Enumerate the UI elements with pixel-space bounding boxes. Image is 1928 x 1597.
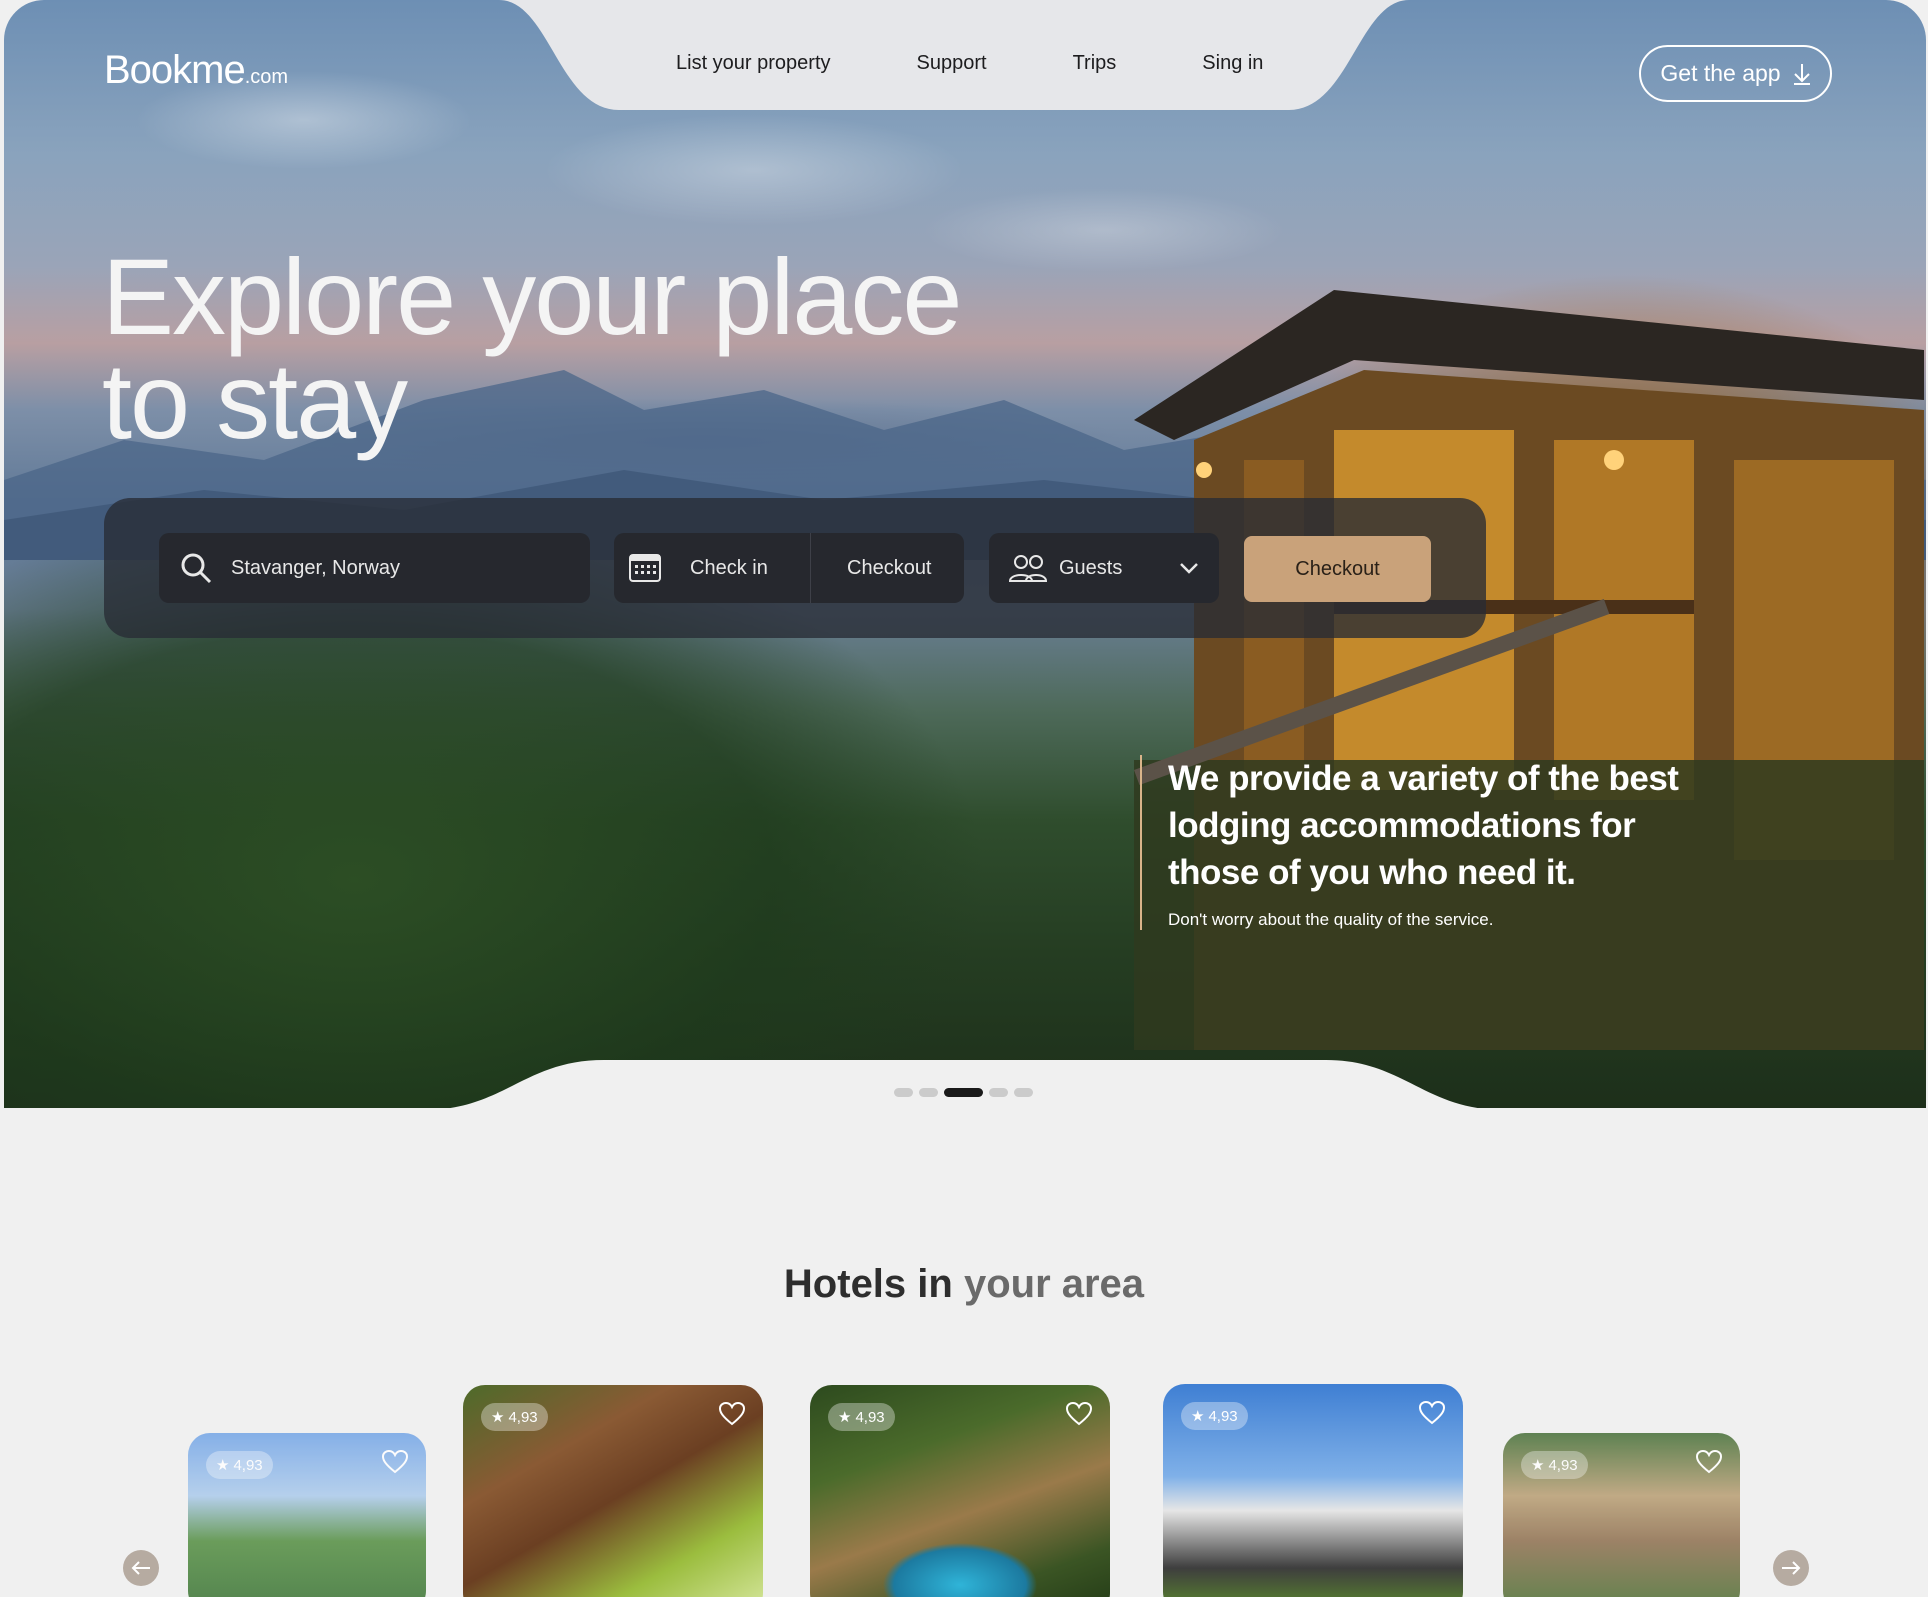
tagline-subtext: Don't worry about the quality of the ser… bbox=[1168, 910, 1494, 929]
cabin-illustration bbox=[1134, 290, 1924, 1050]
star-icon: ★ bbox=[1531, 1457, 1545, 1474]
hero-banner: Bookme.com List your property Support Tr… bbox=[4, 0, 1926, 1108]
search-panel: Stavanger, Norway Check in Checkout Gues… bbox=[104, 498, 1486, 638]
nav-support[interactable]: Support bbox=[917, 52, 987, 75]
hotel-card[interactable]: ★ 4,93 bbox=[463, 1385, 763, 1597]
arrow-right-icon bbox=[1782, 1561, 1801, 1575]
date-divider bbox=[810, 533, 811, 603]
slider-dot[interactable] bbox=[989, 1088, 1008, 1097]
guests-select[interactable]: Guests bbox=[989, 533, 1219, 603]
get-app-label: Get the app bbox=[1660, 60, 1781, 86]
rating-badge: ★ 4,93 bbox=[206, 1451, 273, 1479]
hero-bottom-curve bbox=[449, 1060, 1479, 1108]
search-icon bbox=[181, 553, 212, 584]
rating-badge: ★ 4,93 bbox=[828, 1403, 895, 1431]
arrow-left-icon bbox=[131, 1561, 150, 1575]
location-input[interactable]: Stavanger, Norway bbox=[159, 533, 590, 603]
get-app-button[interactable]: Get the app bbox=[1639, 45, 1832, 102]
star-icon: ★ bbox=[838, 1409, 852, 1426]
carousel-next-button[interactable] bbox=[1773, 1550, 1809, 1586]
rating-badge: ★ 4,93 bbox=[481, 1403, 548, 1431]
slider-dot[interactable] bbox=[919, 1088, 938, 1097]
star-icon: ★ bbox=[1191, 1408, 1205, 1425]
brand-logo[interactable]: Bookme.com bbox=[104, 48, 288, 93]
hotel-card[interactable]: ★ 4,93 bbox=[1163, 1384, 1463, 1597]
hotel-card[interactable]: ★ 4,93 bbox=[810, 1385, 1110, 1597]
hotel-card[interactable]: ★ 4,93 bbox=[188, 1433, 426, 1597]
nav-trips[interactable]: Trips bbox=[1073, 52, 1117, 75]
tagline-heading: We provide a variety of the best lodging… bbox=[1168, 759, 1679, 892]
hero-headline: Explore your place to stay bbox=[102, 236, 962, 461]
page: Bookme.com List your property Support Tr… bbox=[0, 0, 1928, 1597]
star-icon: ★ bbox=[491, 1409, 505, 1426]
slider-dot[interactable] bbox=[894, 1088, 913, 1097]
heart-icon[interactable] bbox=[1419, 1400, 1445, 1426]
nav-list-property[interactable]: List your property bbox=[676, 52, 831, 75]
checkout-button[interactable]: Checkout bbox=[1244, 536, 1431, 602]
heart-icon[interactable] bbox=[1066, 1401, 1092, 1427]
guests-icon bbox=[1009, 555, 1047, 582]
hotel-card[interactable]: ★ 4,93 bbox=[1503, 1433, 1740, 1597]
heart-icon[interactable] bbox=[1696, 1449, 1722, 1475]
heart-icon[interactable] bbox=[719, 1401, 745, 1427]
slider-dot-active[interactable] bbox=[944, 1088, 983, 1097]
chevron-down-icon bbox=[1180, 563, 1198, 574]
slider-dots bbox=[894, 1088, 1033, 1097]
check-in-field[interactable]: Check in bbox=[690, 557, 810, 580]
hotels-section-title: Hotels in your area bbox=[783, 1262, 1145, 1306]
date-range-picker[interactable]: Check in Checkout bbox=[614, 533, 964, 603]
main-nav: List your property Support Trips Sing in bbox=[676, 52, 1263, 75]
checkout-field[interactable]: Checkout bbox=[847, 557, 932, 580]
nav-sign-in[interactable]: Sing in bbox=[1202, 52, 1263, 75]
hero-tagline: We provide a variety of the best lodging… bbox=[1140, 755, 1700, 930]
calendar-icon bbox=[629, 554, 661, 582]
download-icon bbox=[1793, 63, 1810, 85]
carousel-prev-button[interactable] bbox=[123, 1550, 159, 1586]
rating-badge: ★ 4,93 bbox=[1521, 1451, 1588, 1479]
star-icon: ★ bbox=[216, 1457, 230, 1474]
slider-dot[interactable] bbox=[1014, 1088, 1033, 1097]
heart-icon[interactable] bbox=[382, 1449, 408, 1475]
rating-badge: ★ 4,93 bbox=[1181, 1402, 1248, 1430]
